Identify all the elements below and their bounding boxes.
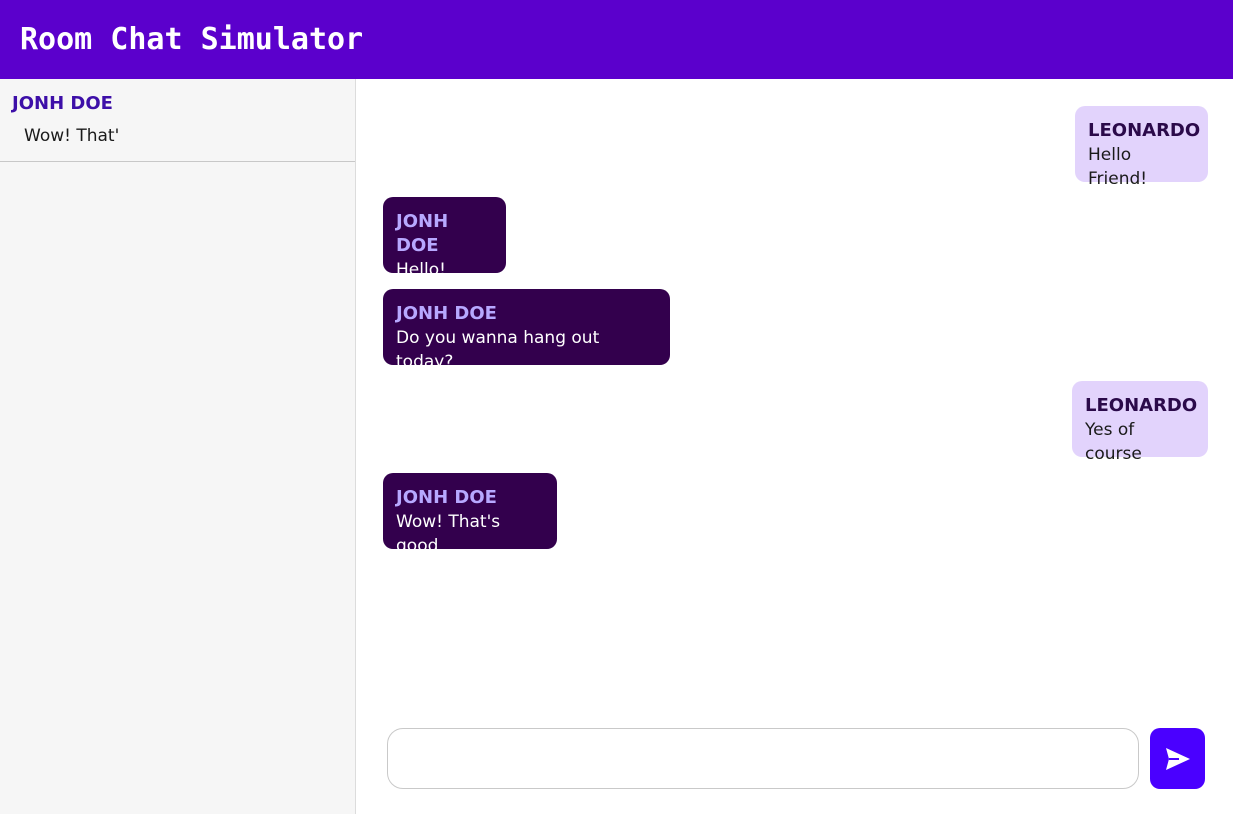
app-window: Room Chat Simulator JONH DOE Wow! That' … <box>0 0 1233 814</box>
message-text: Hello! <box>396 260 446 280</box>
message-input[interactable] <box>387 728 1139 789</box>
message-text: Yes of course <box>1085 420 1142 464</box>
message-bubble: LEONARDO Yes of course <box>1072 381 1208 464</box>
message-bubble: LEONARDO Hello Friend! <box>1075 106 1208 189</box>
message-bubble: JONH DOE Hello! <box>383 197 506 280</box>
app-header: Room Chat Simulator <box>0 0 1233 79</box>
message-sender: JONH DOE <box>396 303 497 324</box>
message-sender: LEONARDO <box>1085 395 1198 416</box>
sidebar: JONH DOE Wow! That' <box>0 79 356 814</box>
chat-panel: LEONARDO Hello Friend! JONH DOE Hello! J… <box>356 79 1233 814</box>
send-icon <box>1165 747 1191 771</box>
contact-last-message: Wow! That' <box>24 126 120 146</box>
message-sender: JONH DOE <box>396 211 449 256</box>
message-text: Hello Friend! <box>1088 145 1148 189</box>
message-text: Do you wanna hang out today? <box>396 328 600 372</box>
message-bubble: JONH DOE Wow! That's good <box>383 473 557 556</box>
message-sender: JONH DOE <box>396 487 497 508</box>
contact-name: JONH DOE <box>12 93 113 114</box>
contact-item[interactable]: JONH DOE Wow! That' <box>0 79 355 162</box>
send-button[interactable] <box>1150 728 1205 789</box>
message-sender: LEONARDO <box>1088 120 1201 141</box>
message-bubble: JONH DOE Do you wanna hang out today? <box>383 289 670 372</box>
message-text: Wow! That's good <box>396 512 501 556</box>
app-title: Room Chat Simulator <box>20 22 364 57</box>
